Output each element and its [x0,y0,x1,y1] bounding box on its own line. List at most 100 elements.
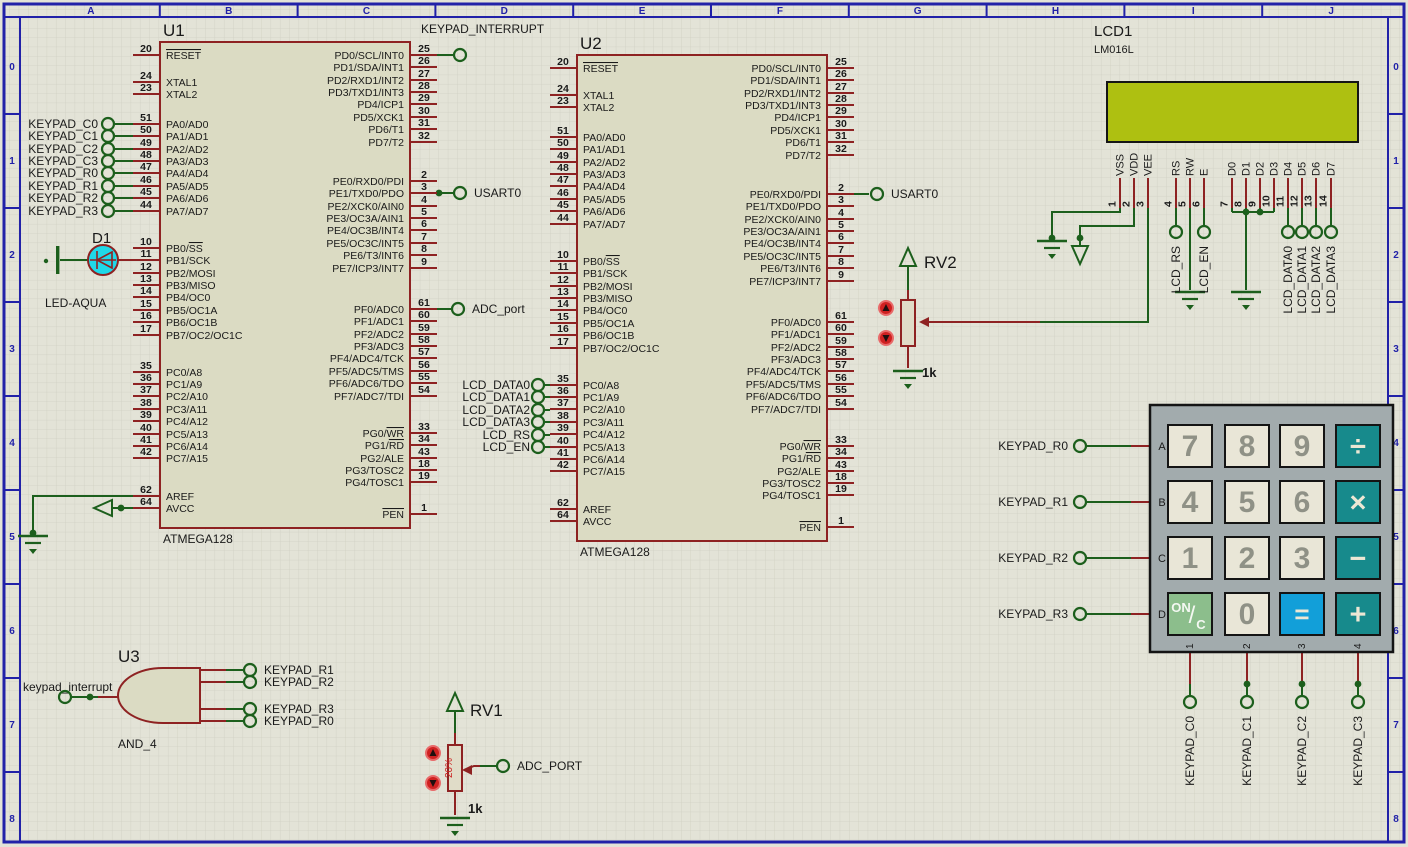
pin-number: 50 [557,137,569,149]
pin-number: 48 [557,162,569,174]
junction-dot [87,694,94,701]
pin-number: 23 [140,82,152,94]
pin-number: 24 [140,70,152,82]
led-ref: D1 [92,230,111,247]
pin-number: 47 [140,161,152,173]
pin-name: PD0/SCL/INT0 [335,50,405,62]
pin-number: 10 [557,249,569,261]
pin-name: PG2/ALE [360,453,404,465]
pin-number: 37 [140,384,152,396]
pin-number: 18 [418,458,430,470]
pin-name: PD7/T2 [785,150,821,162]
junction-dot [1355,681,1362,688]
terminal-label: KEYPAD_INTERRUPT [421,22,545,36]
pin-name: PG1/RD [365,440,405,452]
pin-number: 47 [557,174,569,186]
pin-number: 50 [140,124,152,136]
pin-number: 8 [838,256,844,268]
pin-number: 7 [838,244,844,256]
pin-name: PEN [382,509,404,521]
lcd-pin-number: 6 [1191,201,1203,207]
pin-number: 15 [557,311,569,323]
pot-body[interactable] [901,300,915,346]
pin-number: 37 [557,397,569,409]
pin-name: PF7/ADC7/TDI [334,391,404,403]
pin-name: PB2/MOSI [583,281,633,293]
pin-number: 46 [140,174,152,186]
lcd-pin-name: D1 [1241,162,1253,176]
pin-name: XTAL1 [166,77,197,89]
lcd-pin-number: 2 [1121,201,1133,207]
pin-name: PA1/AD1 [583,144,626,156]
lcd-pin-name: D5 [1297,162,1309,176]
pin-number: 15 [140,298,152,310]
pin-name: PF7/ADC7/TDI [751,404,821,416]
pin-name: PE4/OC3B/INT4 [744,238,821,250]
pin-number: 19 [835,483,847,495]
lcd-pin-name: D0 [1227,162,1239,176]
pin-name: AREF [166,491,194,503]
pin-name: PB0/SS [583,256,620,268]
pin-name: PB1/SCK [583,268,627,280]
pin-number: 17 [557,336,569,348]
terminal-label: KEYPAD_R0 [264,714,334,728]
pin-number: 27 [418,68,430,80]
pin-number: 20 [140,43,152,55]
lcd-pin-number: 8 [1233,201,1245,207]
schematic-canvas[interactable]: ABCDEFGHIJ001122334455667788U1ATMEGA1282… [0,0,1408,847]
pin-name: PC4/A12 [166,416,208,428]
lcd-pin-number: 10 [1261,195,1273,207]
lcd-pin-name: D3 [1269,162,1281,176]
pin-number: 45 [557,199,569,211]
pin-number: 3 [421,181,427,193]
grid-row-label: 0 [9,62,15,73]
pin-number: 10 [140,236,152,248]
pin-name: PE0/RXD0/PDI [333,176,404,188]
key-glyph: / [1189,602,1196,629]
key-glyph: 8 [1239,430,1256,463]
pin-number: 14 [557,298,569,310]
terminal-label: LCD_DATA3 [462,415,530,429]
gate-value: AND_4 [118,737,157,751]
pin-number: 54 [418,384,430,396]
terminal-label: LCD_RS [1169,246,1183,293]
lcd-pin-name: D4 [1283,162,1295,176]
pin-name: PF3/ADC3 [354,341,404,353]
pin-number: 36 [557,385,569,397]
keypad-col-label: 4 [1353,643,1364,649]
pin-number: 11 [557,261,568,273]
pin-name: PB7/OC2/OC1C [166,330,243,342]
pin-name: PB6/OC1B [166,317,217,329]
pin-name: PD6/T1 [368,124,404,136]
key-glyph: ÷ [1350,431,1366,463]
terminal-label: LCD_DATA1 [462,390,530,404]
pin-name: PC1/A9 [166,379,202,391]
pin-name: PE3/OC3A/AIN1 [326,213,404,225]
lcd-lcd1[interactable] [1107,82,1358,142]
grid-row-label: 3 [1393,344,1399,355]
pin-number: 55 [835,384,847,396]
pin-number: 4 [421,194,427,206]
pin-number: 29 [835,105,847,117]
pin-name: XTAL2 [583,102,614,114]
pin-name: PB1/SCK [166,255,210,267]
pin-number: 13 [557,286,569,298]
lcd-pin-number: 4 [1163,201,1175,207]
and-gate-body[interactable] [118,668,200,723]
pin-number: 49 [557,150,569,162]
grid-row-label: 4 [9,438,15,449]
pin-name: PD4/ICP1 [357,99,404,111]
pin-number: 25 [418,43,430,55]
pin-name: PE6/T3/INT6 [343,250,404,262]
pin-number: 51 [557,125,569,137]
key-glyph: 1 [1182,542,1199,575]
keypad-col-label: 2 [1242,643,1253,649]
pin-name: PC7/A15 [583,466,625,478]
terminal-label: USART0 [474,186,521,200]
pin-name: PG0/WR [363,428,405,440]
pin-name: RESET [166,50,202,62]
pin-name: PF3/ADC3 [771,354,821,366]
pin-name: PG2/ALE [777,466,821,478]
gate-u3[interactable] [118,668,200,723]
pin-number: 41 [140,434,152,446]
